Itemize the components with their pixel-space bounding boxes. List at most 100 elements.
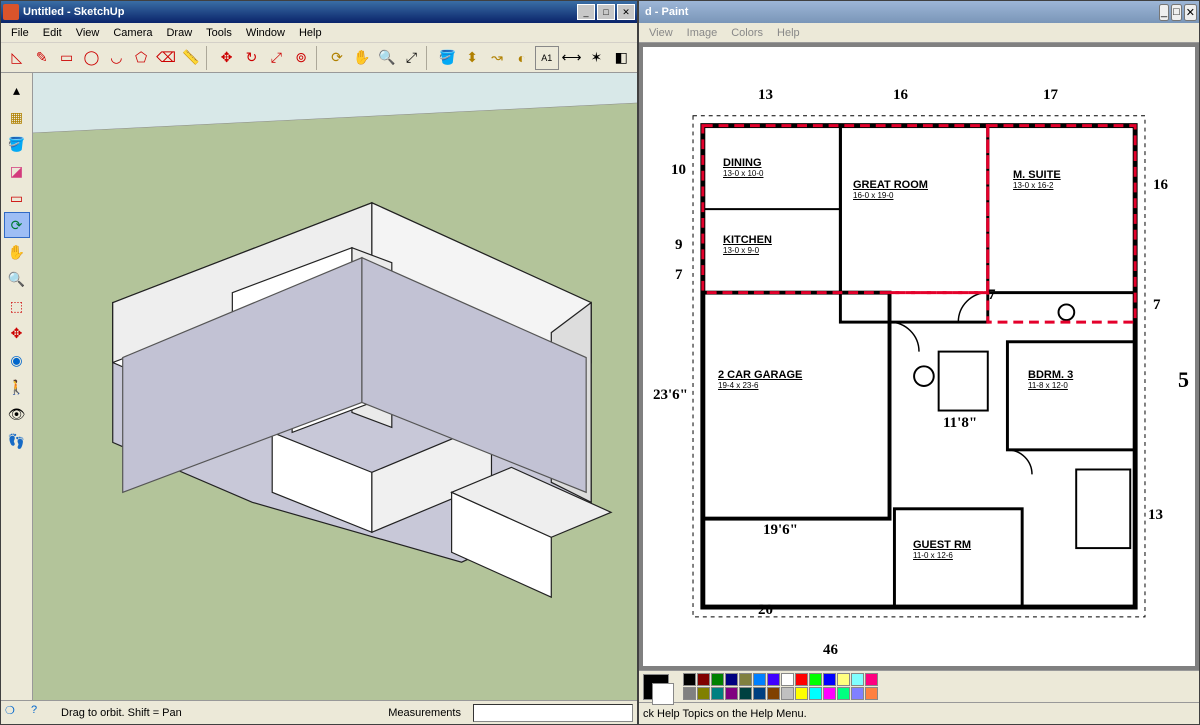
menu-view[interactable]: View [70,25,106,41]
maximize-button[interactable]: □ [597,4,615,20]
orbit-icon[interactable]: ⟳ [325,46,349,70]
color-swatch[interactable] [697,687,710,700]
sketchup-window: Untitled - SketchUp _ □ ✕ File Edit View… [0,0,638,725]
zoom-extents-icon[interactable]: ⤢ [400,46,424,70]
paint-status-hint: ck Help Topics on the Help Menu. [643,708,1195,720]
rotate-icon[interactable]: ↻ [240,46,264,70]
position-camera-icon[interactable]: 🚶 [4,374,30,400]
floorplan-image[interactable]: DINING13-0 x 10-0 GREAT ROOM16-0 x 19-0 … [643,47,1195,666]
look-around-icon[interactable]: 👁 [4,401,30,427]
color-swatch[interactable] [837,687,850,700]
zoom-window-icon[interactable]: ⬚ [4,293,30,319]
close-button[interactable]: ✕ [617,4,635,20]
zoom-icon[interactable]: 🔍 [375,46,399,70]
color-swatch[interactable] [781,673,794,686]
menu-draw[interactable]: Draw [160,25,198,41]
select-icon[interactable]: ◺ [5,46,29,70]
color-swatch[interactable] [767,673,780,686]
rect-icon[interactable]: ▭ [55,46,79,70]
eraser-icon[interactable]: ⌫ [154,46,178,70]
color-swatch[interactable] [851,673,864,686]
sketchup-title: Untitled - SketchUp [23,6,577,18]
minimize-button[interactable]: _ [577,4,595,20]
color-swatch[interactable] [683,687,696,700]
orbit-tool-icon[interactable]: ⟳ [4,212,30,238]
dim-13-right: 13 [1148,507,1163,524]
dim-16-right: 16 [1153,177,1168,194]
color-swatch[interactable] [823,673,836,686]
menu-edit[interactable]: Edit [37,25,68,41]
zoom-tool-icon[interactable]: 🔍 [4,266,30,292]
arc-icon[interactable]: ◡ [104,46,128,70]
color-swatch[interactable] [795,687,808,700]
circle-icon[interactable]: ◯ [80,46,104,70]
zoom-extents-button[interactable]: ✥ [4,320,30,346]
color-swatch[interactable] [739,687,752,700]
select-tool-icon[interactable]: ▴ [4,77,30,103]
eraser-tool-icon[interactable]: ◪ [4,158,30,184]
color-swatch[interactable] [753,687,766,700]
color-swatch[interactable] [739,673,752,686]
color-swatch[interactable] [697,673,710,686]
foreground-color-swatch[interactable] [643,674,669,700]
color-swatch[interactable] [725,673,738,686]
paint-menu-view[interactable]: View [643,25,679,41]
menu-window[interactable]: Window [240,25,291,41]
sketchup-viewport[interactable] [33,73,637,700]
color-swatch[interactable] [865,673,878,686]
color-swatch[interactable] [795,673,808,686]
move-icon[interactable]: ✥ [215,46,239,70]
color-swatch[interactable] [837,673,850,686]
offset-icon[interactable]: ⊚ [289,46,313,70]
section-icon[interactable]: ◧ [609,46,633,70]
color-swatch[interactable] [753,673,766,686]
color-swatches [683,673,878,700]
paint-icon[interactable]: 🪣 [435,46,459,70]
color-swatch[interactable] [683,673,696,686]
color-swatch[interactable] [711,687,724,700]
color-swatch[interactable] [865,687,878,700]
color-swatch[interactable] [725,687,738,700]
color-swatch[interactable] [823,687,836,700]
menu-camera[interactable]: Camera [107,25,158,41]
paint-color-palette [639,670,1199,702]
pan-icon[interactable]: ✋ [350,46,374,70]
scale-icon[interactable]: ⤢ [264,46,288,70]
rect-tool-icon[interactable]: ▭ [4,185,30,211]
component-icon[interactable]: ▦ [4,104,30,130]
dimension-icon[interactable]: ⟷ [560,46,584,70]
paint-maximize-button[interactable]: □ [1171,4,1182,21]
color-swatch[interactable] [809,673,822,686]
room-dining: DINING13-0 x 10-0 [723,155,763,178]
measurements-input[interactable] [473,704,633,722]
poly-icon[interactable]: ⬠ [129,46,153,70]
paint-menu-help[interactable]: Help [771,25,806,41]
protractor-icon[interactable]: ◐ [510,46,534,70]
paint-minimize-button[interactable]: _ [1159,4,1169,21]
walk-icon[interactable]: 👣 [4,428,30,454]
followme-icon[interactable]: ↝ [485,46,509,70]
paint-menu-colors[interactable]: Colors [725,25,769,41]
menu-tools[interactable]: Tools [200,25,238,41]
color-swatch[interactable] [767,687,780,700]
paint-tool-icon[interactable]: 🪣 [4,131,30,157]
axes-icon[interactable]: ✶ [584,46,608,70]
geo-icon[interactable]: ❍ [5,704,23,722]
color-swatch[interactable] [809,687,822,700]
help-icon[interactable]: ? [31,704,49,722]
paint-close-button[interactable]: ✕ [1184,4,1197,21]
previous-view-icon[interactable]: ◉ [4,347,30,373]
menu-help[interactable]: Help [293,25,328,41]
status-hint: Drag to orbit. Shift = Pan [57,707,376,719]
line-icon[interactable]: ✎ [30,46,54,70]
text-icon[interactable]: A1 [535,46,559,70]
pushpull-icon[interactable]: ⬍ [460,46,484,70]
pan-tool-icon[interactable]: ✋ [4,239,30,265]
tape-icon[interactable]: 📏 [179,46,203,70]
color-swatch[interactable] [781,687,794,700]
room-kitchen: KITCHEN13-0 x 9-0 [723,232,772,255]
color-swatch[interactable] [711,673,724,686]
menu-file[interactable]: File [5,25,35,41]
color-swatch[interactable] [851,687,864,700]
paint-menu-image[interactable]: Image [681,25,724,41]
